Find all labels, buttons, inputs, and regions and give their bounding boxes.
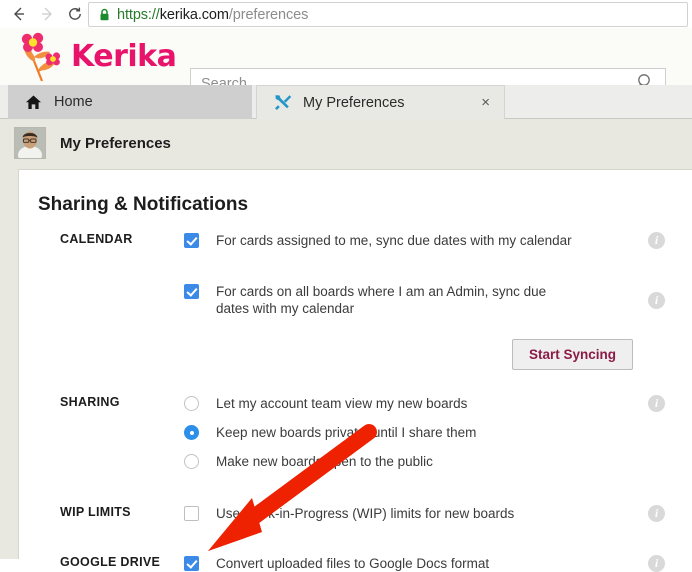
tab-my-preferences-label: My Preferences [303,94,405,111]
address-bar-url: https://kerika.com/preferences [117,7,308,23]
radio-sharing-private[interactable] [184,424,216,440]
page-body: My Preferences Sharing & Notifications C… [0,119,692,572]
url-path: /preferences [228,6,309,23]
checkbox-wip-limits[interactable] [184,505,216,521]
app-header: Kerika Search [0,28,692,100]
radio-dot[interactable] [184,396,199,411]
settings-row-calendar-2: For cards on all boards where I am an Ad… [19,283,692,317]
tab-home[interactable]: Home [8,85,252,119]
settings-row-sharing-3: Make new boards open to the public [19,453,692,470]
radio-dot[interactable] [184,425,199,440]
info-icon[interactable]: i [648,395,665,412]
option-label-calendar-admin: For cards on all boards where I am an Ad… [216,284,547,316]
settings-row-sharing-1: SHARING Let my account team view my new … [19,395,692,412]
close-icon[interactable]: × [481,94,490,111]
arrow-left-icon [10,5,28,23]
forward-button[interactable] [34,1,60,27]
url-host: kerika.com [159,6,229,23]
address-bar[interactable]: https://kerika.com/preferences [88,2,688,27]
start-syncing-button[interactable]: Start Syncing [511,339,633,370]
settings-row-start-syncing: Start Syncing [19,339,692,373]
kerika-logo[interactable]: Kerika [12,31,177,83]
settings-row-google-drive: GOOGLE DRIVE Convert uploaded files to G… [19,555,692,572]
tab-strip: Home My Preferences × [0,85,692,119]
checkbox-calendar-admin[interactable] [184,283,216,299]
logo-text: Kerika [71,39,177,74]
back-button[interactable] [6,1,32,27]
tab-my-preferences[interactable]: My Preferences × [256,85,505,119]
checkbox-box[interactable] [184,284,199,299]
reload-button[interactable] [62,1,88,27]
option-label-calendar-assigned: For cards assigned to me, sync due dates… [216,233,572,248]
option-label-google-drive-convert: Convert uploaded files to Google Docs fo… [216,556,490,571]
checkbox-calendar-assigned[interactable] [184,232,216,248]
info-icon[interactable]: i [648,505,665,522]
tools-icon [271,93,293,112]
reload-icon [66,5,84,23]
avatar[interactable] [14,127,46,159]
checkbox-box[interactable] [184,233,199,248]
lock-icon [99,8,110,21]
radio-sharing-public[interactable] [184,453,216,469]
flower-icon [21,32,61,82]
info-icon[interactable]: i [648,232,665,249]
settings-list: CALENDAR For cards assigned to me, sync … [19,232,692,572]
option-label-wip-limits: Use Work-in-Progress (WIP) limits for ne… [216,506,515,521]
group-label-calendar: CALENDAR [60,232,133,246]
group-label-wip-limits: WIP LIMITS [60,505,131,519]
settings-row-sharing-2: Keep new boards private, until I share t… [19,424,692,441]
checkbox-box[interactable] [184,556,199,571]
browser-toolbar: https://kerika.com/preferences [0,0,692,28]
radio-sharing-team-view[interactable] [184,395,216,411]
arrow-right-icon [38,5,56,23]
option-label-sharing-team-view: Let my account team view my new boards [216,396,468,411]
info-icon[interactable]: i [648,292,665,309]
browser-nav-buttons [0,1,88,27]
checkbox-google-drive-convert[interactable] [184,555,216,571]
page-title: My Preferences [60,134,171,152]
tab-home-label: Home [54,94,93,110]
panel-heading: Sharing & Notifications [38,194,249,215]
checkbox-box[interactable] [184,506,199,521]
page-header: My Preferences [14,127,171,159]
info-icon[interactable]: i [648,555,665,572]
radio-dot[interactable] [184,454,199,469]
settings-row-calendar-1: CALENDAR For cards assigned to me, sync … [19,232,692,249]
option-label-sharing-private: Keep new boards private, until I share t… [216,425,477,440]
url-scheme: https:// [117,6,160,23]
settings-row-wip-limits: WIP LIMITS Use Work-in-Progress (WIP) li… [19,505,692,522]
group-label-google-drive: GOOGLE DRIVE [60,555,161,569]
option-label-sharing-public: Make new boards open to the public [216,454,433,469]
group-label-sharing: SHARING [60,395,120,409]
home-icon [22,94,44,111]
preferences-panel: Sharing & Notifications CALENDAR For car… [18,169,692,572]
